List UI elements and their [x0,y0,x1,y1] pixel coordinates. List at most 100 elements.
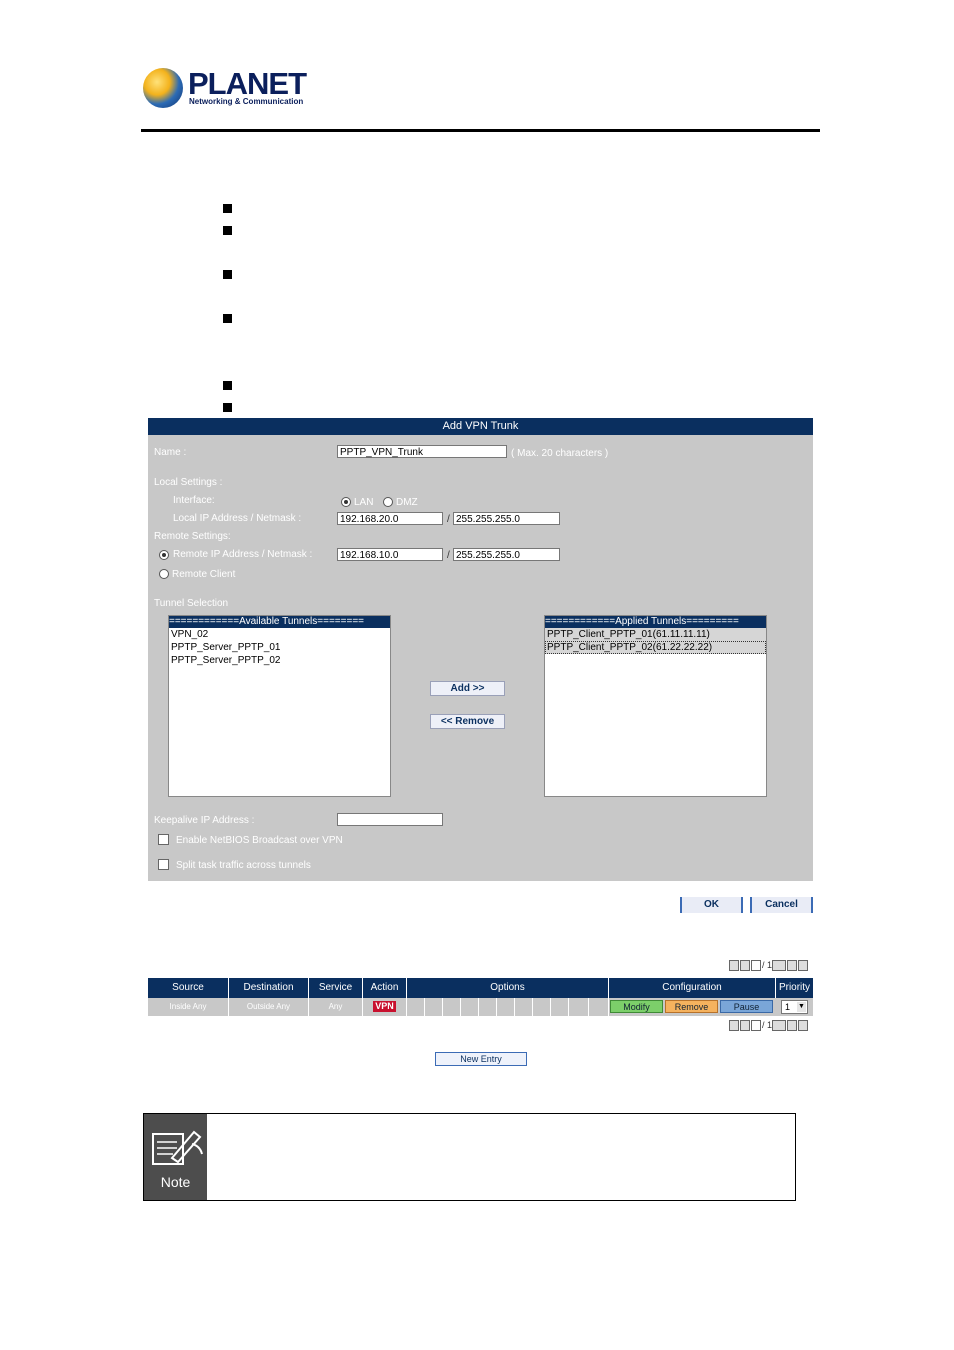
option-cell [533,998,551,1016]
priority-select[interactable]: 1 ▼ [781,1000,808,1014]
list-item[interactable]: PPTP_Server_PPTP_02 [169,654,390,667]
option-cell [425,998,443,1016]
bullet-icon [223,226,232,235]
note-box [143,1113,796,1201]
first-page-icon[interactable] [729,960,739,972]
bullet-icon [223,314,232,323]
remove-button[interactable]: Remove [665,1000,718,1013]
col-action: Action [363,978,407,998]
pager-top: / 1 [729,960,809,972]
col-options: Options [407,978,609,998]
col-destination: Destination [229,978,309,998]
interface-lan-radio[interactable] [341,497,351,507]
remote-ip-input[interactable]: 192.168.10.0 [337,548,443,561]
header-divider [141,129,820,132]
bullet-icon [223,270,232,279]
available-tunnels-listbox[interactable]: ============Available Tunnels======== VP… [168,615,391,797]
option-cell [479,998,497,1016]
local-settings-label: Local Settings : [154,477,223,488]
last-page-icon[interactable] [798,960,809,972]
chevron-down-icon: ▼ [797,1002,806,1012]
brand-tagline: Networking & Communication [189,97,304,106]
cell-destination: Outside Any [229,998,309,1016]
page-total: / 1 [762,960,773,970]
vpn-action-icon: VPN [373,1001,396,1013]
bullet-icon [223,403,232,412]
netbios-checkbox[interactable] [158,834,169,845]
remote-client-radio[interactable] [159,569,169,579]
go-button[interactable] [772,960,787,972]
page-number-input[interactable] [751,1020,761,1032]
add-tunnel-button[interactable]: Add >> [430,681,505,696]
first-page-icon[interactable] [729,1020,739,1032]
option-cell [497,998,515,1016]
modify-button[interactable]: Modify [610,1000,663,1013]
col-priority: Priority [778,982,811,993]
name-hint: ( Max. 20 characters ) [511,448,609,459]
bullet-icon [223,381,232,390]
pause-button[interactable]: Pause [720,1000,773,1013]
keepalive-input[interactable] [337,813,443,826]
col-configuration: Configuration [609,978,776,998]
bullet-icon [223,204,232,213]
option-cell [515,998,533,1016]
slash-separator: / [447,550,450,561]
col-service: Service [309,978,363,998]
netbios-label: Enable NetBIOS Broadcast over VPN [176,835,343,846]
note-label: Note [160,1174,191,1190]
cell-service: Any [309,998,363,1016]
list-item[interactable]: PPTP_Client_PPTP_02(61.22.22.22) [545,641,766,654]
local-ip-label: Local IP Address / Netmask : [173,513,302,524]
next-page-icon[interactable] [787,960,798,972]
remote-ip-radio[interactable] [159,550,169,560]
new-entry-button[interactable]: New Entry [435,1052,527,1066]
page-number-input[interactable] [751,960,761,972]
list-item[interactable]: PPTP_Server_PPTP_01 [169,641,390,654]
name-label: Name : [154,447,187,458]
prev-page-icon[interactable] [740,1020,750,1032]
available-tunnels-header: ============Available Tunnels======== [169,616,390,628]
last-page-icon[interactable] [798,1020,809,1032]
option-cell [407,998,425,1016]
page-total: / 1 [762,1020,773,1030]
note-icon: Note [144,1114,207,1200]
local-ip-input[interactable]: 192.168.20.0 [337,512,443,525]
applied-tunnels-listbox[interactable]: ============Applied Tunnels========= PPT… [544,615,767,797]
note-pencil-icon [152,1130,203,1165]
next-page-icon[interactable] [787,1020,798,1032]
interface-dmz-radio[interactable] [383,497,393,507]
priority-value: 1 [785,1002,791,1012]
remote-ip-label: Remote IP Address / Netmask : [173,549,313,560]
remove-tunnel-button[interactable]: << Remove [430,714,505,729]
interface-dmz-label: DMZ [396,497,418,508]
option-cell [569,998,589,1016]
applied-tunnels-header: ============Applied Tunnels========= [545,616,766,628]
slash-separator: / [447,514,450,525]
tunnel-selection-label: Tunnel Selection [154,598,229,609]
col-source: Source [148,978,229,998]
planet-globe-logo-icon [143,68,183,108]
list-item[interactable]: PPTP_Client_PPTP_01(61.11.11.11) [545,628,766,641]
cancel-button[interactable]: Cancel [750,897,813,913]
local-netmask-input[interactable]: 255.255.255.0 [453,512,560,525]
ok-button[interactable]: OK [680,897,743,913]
pager-bottom: / 1 [729,1020,809,1032]
name-input[interactable]: PPTP_VPN_Trunk [337,445,507,458]
interface-lan-label: LAN [354,497,374,508]
go-button[interactable] [772,1020,787,1032]
split-traffic-checkbox[interactable] [158,859,169,870]
remote-netmask-input[interactable]: 255.255.255.0 [453,548,560,561]
option-cell [461,998,479,1016]
list-item[interactable]: VPN_02 [169,628,390,641]
panel-title: Add VPN Trunk [148,418,813,435]
keepalive-label: Keepalive IP Address : [154,815,255,826]
remote-client-label: Remote Client [172,569,236,580]
option-cell [551,998,569,1016]
cell-action: VPN [363,998,407,1016]
split-traffic-label: Split task traffic across tunnels [176,860,311,871]
option-cell [443,998,461,1016]
interface-label: Interface: [173,495,215,506]
prev-page-icon[interactable] [740,960,750,972]
cell-source: Inside Any [148,998,229,1016]
option-cell [589,998,609,1016]
